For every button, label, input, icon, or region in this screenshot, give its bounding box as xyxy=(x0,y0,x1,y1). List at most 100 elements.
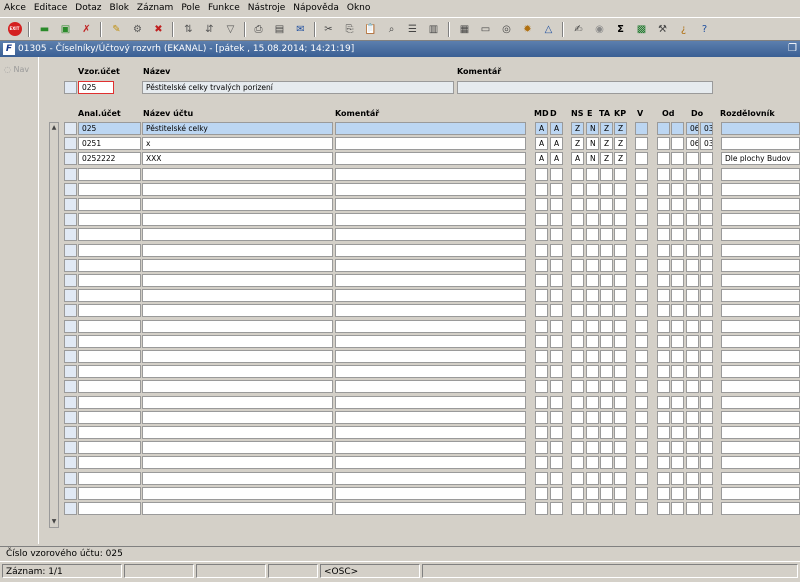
cell-nazev[interactable]: XXX xyxy=(142,152,333,165)
cell-od[interactable] xyxy=(657,426,670,439)
cell-od2[interactable] xyxy=(671,213,684,226)
cell-od[interactable] xyxy=(657,472,670,485)
cell-ns[interactable] xyxy=(571,183,584,196)
cell-do[interactable] xyxy=(686,289,699,302)
cell-do2[interactable] xyxy=(700,380,713,393)
cell-ns[interactable] xyxy=(571,228,584,241)
cell-ucet[interactable] xyxy=(78,213,141,226)
cell-do[interactable] xyxy=(686,456,699,469)
cell-do[interactable] xyxy=(686,259,699,272)
cell-ucet[interactable]: 0252222 xyxy=(78,152,141,165)
cell-ns[interactable] xyxy=(571,198,584,211)
cell-ns[interactable] xyxy=(571,456,584,469)
cell-kp[interactable] xyxy=(614,228,627,241)
cell-v[interactable] xyxy=(635,365,648,378)
row-indicator[interactable] xyxy=(64,289,77,302)
row-indicator[interactable] xyxy=(64,304,77,317)
cell-v[interactable] xyxy=(635,213,648,226)
cell-koment[interactable] xyxy=(335,411,526,424)
cell-od[interactable] xyxy=(657,168,670,181)
cell-koment[interactable] xyxy=(335,213,526,226)
cell-d[interactable] xyxy=(550,365,563,378)
cell-od[interactable] xyxy=(657,365,670,378)
row-indicator[interactable] xyxy=(64,396,77,409)
cell-do[interactable] xyxy=(686,472,699,485)
cell-e[interactable] xyxy=(586,304,599,317)
cell-od2[interactable] xyxy=(671,320,684,333)
cell-koment[interactable] xyxy=(335,472,526,485)
cell-nazev[interactable] xyxy=(142,380,333,393)
cell-rozd[interactable] xyxy=(721,502,800,515)
cell-ucet[interactable] xyxy=(78,259,141,272)
cell-ns[interactable] xyxy=(571,411,584,424)
mail-icon[interactable]: ✉ xyxy=(292,21,309,37)
cell-rozd[interactable] xyxy=(721,365,800,378)
cell-v[interactable] xyxy=(635,168,648,181)
cell-kp[interactable] xyxy=(614,304,627,317)
cell-do[interactable] xyxy=(686,198,699,211)
cell-nazev[interactable] xyxy=(142,320,333,333)
cell-ta[interactable] xyxy=(600,365,613,378)
cell-nazev[interactable] xyxy=(142,183,333,196)
cell-od[interactable] xyxy=(657,259,670,272)
cell-ta[interactable] xyxy=(600,213,613,226)
cell-ucet[interactable] xyxy=(78,380,141,393)
cell-do2[interactable] xyxy=(700,350,713,363)
cell-md[interactable] xyxy=(535,456,548,469)
cell-do[interactable] xyxy=(686,396,699,409)
cell-v[interactable] xyxy=(635,350,648,363)
cell-od[interactable] xyxy=(657,487,670,500)
cell-d[interactable]: A xyxy=(550,137,563,150)
cell-d[interactable] xyxy=(550,213,563,226)
cell-do2[interactable]: 03 xyxy=(700,137,713,150)
cell-md[interactable] xyxy=(535,380,548,393)
cell-od[interactable] xyxy=(657,228,670,241)
filter-icon[interactable]: ▽ xyxy=(222,21,239,37)
columns-icon[interactable]: ▥ xyxy=(425,21,442,37)
cell-ta[interactable] xyxy=(600,168,613,181)
cell-ta[interactable] xyxy=(600,228,613,241)
cell-e[interactable] xyxy=(586,365,599,378)
query-cancel-icon[interactable]: ✖ xyxy=(150,21,167,37)
cell-ta[interactable] xyxy=(600,396,613,409)
cell-kp[interactable]: Z xyxy=(614,122,627,135)
cell-koment[interactable] xyxy=(335,152,526,165)
cell-do2[interactable] xyxy=(700,168,713,181)
cell-od2[interactable] xyxy=(671,441,684,454)
cell-rozd[interactable] xyxy=(721,244,800,257)
cell-md[interactable] xyxy=(535,304,548,317)
cell-rozd[interactable] xyxy=(721,426,800,439)
cell-md[interactable] xyxy=(535,228,548,241)
cell-od2[interactable] xyxy=(671,502,684,515)
cell-ta[interactable] xyxy=(600,320,613,333)
cell-v[interactable] xyxy=(635,456,648,469)
cell-kp[interactable] xyxy=(614,213,627,226)
cell-ns[interactable] xyxy=(571,487,584,500)
row-indicator[interactable] xyxy=(64,456,77,469)
cell-do2[interactable] xyxy=(700,365,713,378)
cell-ucet[interactable] xyxy=(78,456,141,469)
cell-ns[interactable]: Z xyxy=(571,122,584,135)
cell-kp[interactable] xyxy=(614,183,627,196)
cell-ucet[interactable] xyxy=(78,274,141,287)
cell-e[interactable] xyxy=(586,380,599,393)
cell-v[interactable] xyxy=(635,441,648,454)
document-icon[interactable]: ▤ xyxy=(271,21,288,37)
cell-od2[interactable] xyxy=(671,244,684,257)
cell-md[interactable] xyxy=(535,396,548,409)
cell-nazev[interactable] xyxy=(142,487,333,500)
cell-do2[interactable] xyxy=(700,441,713,454)
cell-e[interactable]: N xyxy=(586,152,599,165)
cell-kp[interactable] xyxy=(614,274,627,287)
cell-ucet[interactable] xyxy=(78,198,141,211)
cell-d[interactable] xyxy=(550,320,563,333)
cell-koment[interactable] xyxy=(335,228,526,241)
cell-rozd[interactable] xyxy=(721,198,800,211)
cell-kp[interactable] xyxy=(614,396,627,409)
cell-d[interactable] xyxy=(550,228,563,241)
cell-d[interactable] xyxy=(550,487,563,500)
cell-kp[interactable] xyxy=(614,335,627,348)
cell-md[interactable] xyxy=(535,213,548,226)
disc-icon[interactable]: ◉ xyxy=(591,21,608,37)
cell-do2[interactable] xyxy=(700,426,713,439)
